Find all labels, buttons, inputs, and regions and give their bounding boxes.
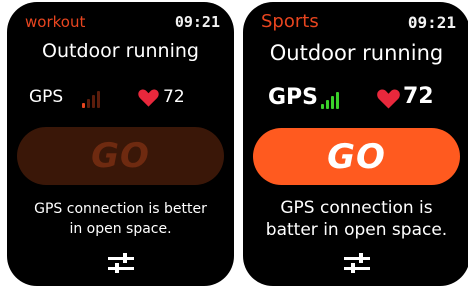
gps-label: GPS [29,87,64,107]
workout-title: Outdoor running [42,40,199,62]
sliders-icon[interactable] [107,252,135,274]
status-bar: Sports 09:21 [261,11,456,35]
signal-bar [326,100,329,109]
sliders-icon[interactable] [343,252,371,274]
clock-time: 09:21 [174,13,220,31]
heart-rate-value: 72 [403,84,434,109]
watch-screen-workout: workout 09:21 Outdoor running GPS 72 GO … [7,2,234,286]
hint-line-2: batter in open space. [265,220,448,240]
watch-screen-sports: Sports 09:21 Outdoor running GPS 72 GO G… [243,2,468,286]
go-label: GO [91,136,150,176]
sensor-status-row: GPS 72 [7,84,234,110]
go-label: GO [327,136,386,177]
gps-signal-icon [82,90,100,108]
status-bar: workout 09:21 [25,11,220,35]
gps-hint-text: GPS connection is better in open space. [7,199,234,239]
signal-bar [321,104,324,109]
gps-signal-icon [321,89,339,109]
heart-icon [138,89,159,107]
clock-time: 09:21 [407,13,456,32]
signal-bar [92,95,95,108]
hint-line-1: GPS connection is better [34,201,207,217]
signal-bar [97,91,100,108]
signal-bar [331,96,334,109]
hint-line-2: in open space. [69,221,172,237]
workout-title: Outdoor running [269,41,444,65]
gps-label: GPS [268,85,319,110]
app-name: workout [25,13,86,31]
heart-rate-value: 72 [163,87,185,107]
signal-bar [87,99,90,108]
heart-icon [377,89,400,109]
app-name: Sports [261,11,319,32]
sensor-status-row: GPS 72 [243,84,468,114]
signal-bar [82,103,85,108]
gps-hint-text: GPS connection is batter in open space. [243,197,468,241]
signal-bar [336,92,339,109]
go-button[interactable]: GO [253,128,460,185]
hint-line-1: GPS connection is [280,198,433,218]
go-button[interactable]: GO [17,127,224,185]
